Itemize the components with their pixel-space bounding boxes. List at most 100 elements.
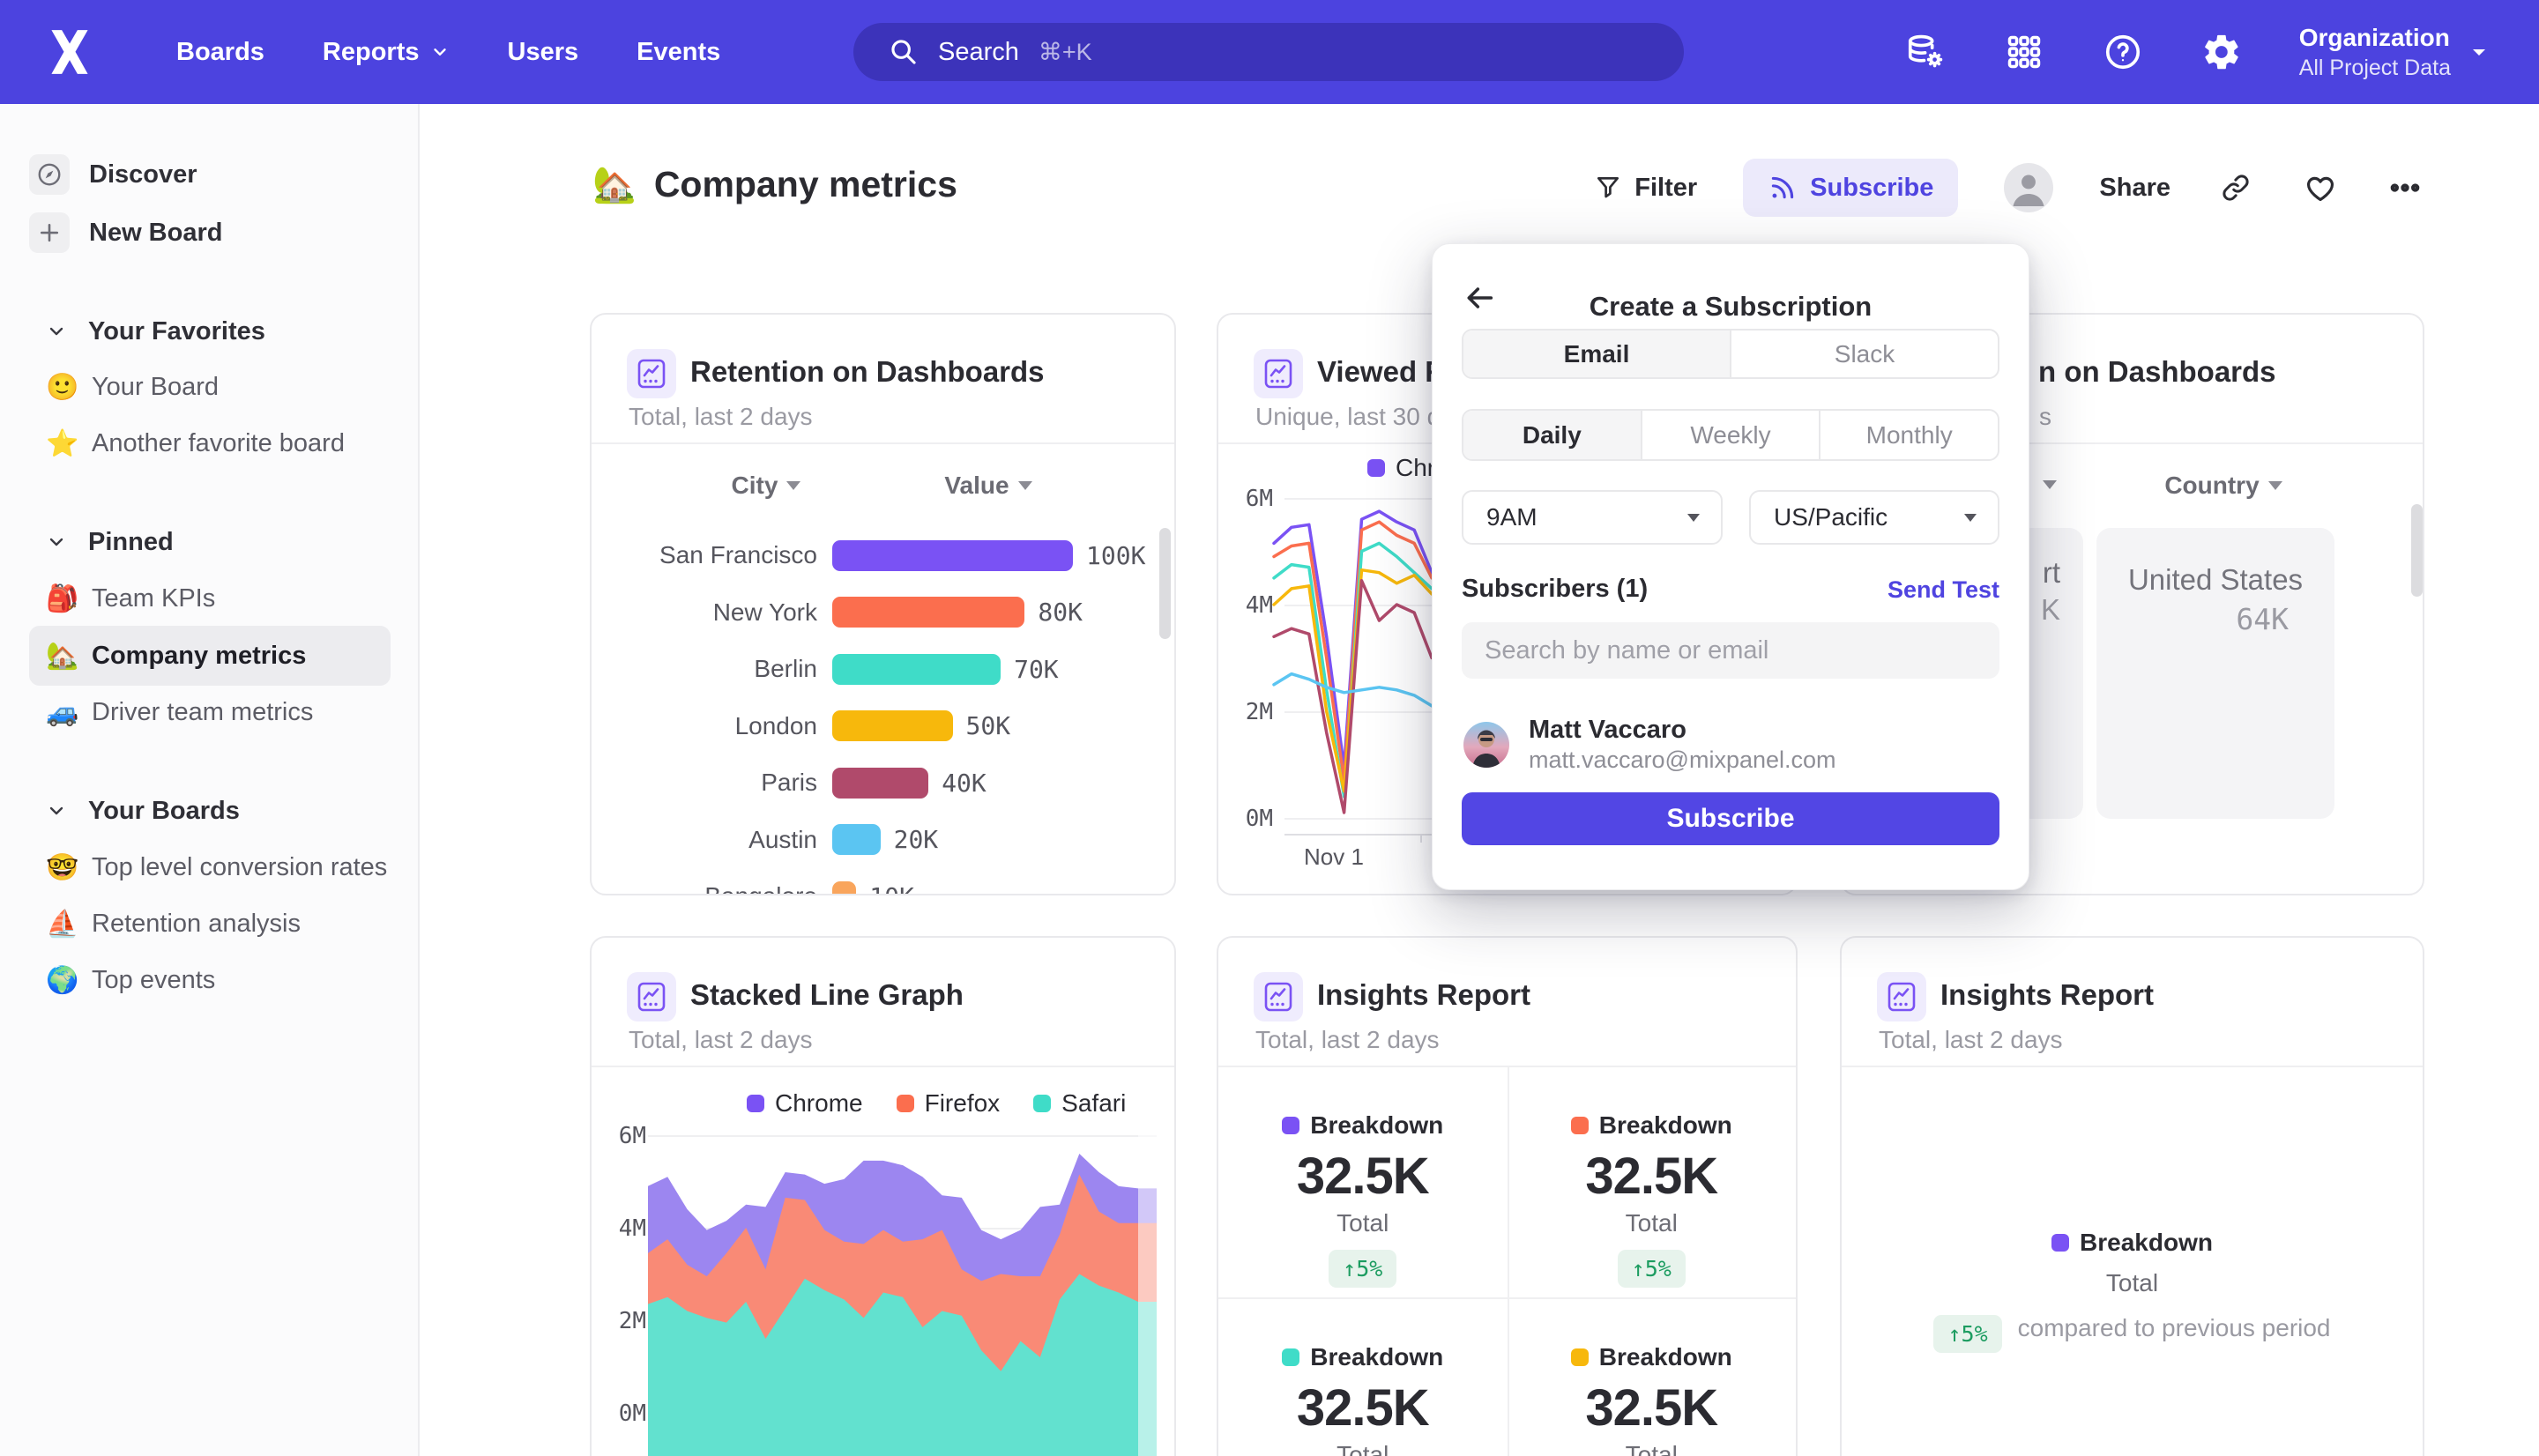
search-icon	[889, 37, 919, 67]
tab-monthly[interactable]: Monthly	[1819, 411, 1998, 459]
sidebar-item-label: Retention analysis	[92, 910, 301, 939]
stacked-area-chart[interactable]	[592, 938, 1176, 1456]
chevron-down-icon	[46, 800, 67, 821]
column-header-country[interactable]: Country	[2153, 472, 2294, 500]
city-label: New York	[592, 598, 817, 627]
nav-item-events[interactable]: Events	[637, 38, 720, 67]
sidebar-item-company-metrics[interactable]: 🏡 Company metrics	[0, 631, 420, 680]
divider	[1842, 1066, 2423, 1067]
board-header: 🏡 Company metrics Filter Subscribe Share	[420, 104, 2539, 263]
time-select[interactable]: 9AM	[1462, 490, 1723, 545]
sidebar-item-new-board[interactable]: New Board	[0, 208, 420, 257]
primary-nav: Boards Reports Users Events	[176, 38, 720, 67]
card-retention-on-dashboards: Retention on Dashboards Total, last 2 da…	[590, 313, 1176, 895]
metric-label: Breakdown	[1571, 1343, 1732, 1371]
metric-label: Breakdown	[1282, 1111, 1443, 1140]
table-row[interactable]: Paris40K	[592, 754, 1174, 812]
nav-item-reports[interactable]: Reports	[323, 38, 450, 67]
section-label: Your Favorites	[88, 317, 265, 346]
apps-grid-icon[interactable]	[2003, 31, 2045, 73]
sidebar-item-discover[interactable]: Discover	[0, 150, 420, 199]
sidebar-section-pinned[interactable]: Pinned	[0, 519, 420, 565]
chevron-down-icon	[430, 42, 450, 62]
metric-cell[interactable]: Breakdown32.5KTotal↑5%	[1508, 1067, 1797, 1297]
sidebar-item-label: Driver team metrics	[92, 698, 313, 727]
value-label: 100K	[1086, 541, 1145, 570]
metric-cell[interactable]: Breakdown32.5KTotal↑5%	[1218, 1067, 1508, 1297]
send-test-link[interactable]: Send Test	[1887, 576, 1999, 604]
more-options-icon[interactable]	[2386, 168, 2424, 207]
sidebar-item-top-events[interactable]: 🌍 Top events	[0, 955, 420, 1005]
compass-icon	[29, 154, 70, 195]
vertical-scrollbar[interactable]	[2411, 504, 2423, 597]
tab-slack[interactable]: Slack	[1730, 331, 1998, 377]
legend-swatch	[2051, 1234, 2069, 1252]
subscribe-button[interactable]: Subscribe	[1743, 159, 1958, 217]
vertical-scrollbar[interactable]	[1159, 528, 1171, 639]
top-nav: Boards Reports Users Events Search ⌘+K O…	[0, 0, 2539, 104]
settings-icon[interactable]	[2200, 31, 2243, 73]
nav-item-users[interactable]: Users	[508, 38, 579, 67]
column-header-city[interactable]: City	[696, 472, 837, 500]
metric-unit: Total	[1626, 1209, 1678, 1237]
sidebar-section-your-favorites[interactable]: Your Favorites	[0, 308, 420, 354]
sidebar-item-your-board[interactable]: 🙂 Your Board	[0, 362, 420, 412]
sort-caret-icon[interactable]	[2043, 480, 2057, 489]
metric-cell[interactable]: Breakdown32.5KTotal↑5%	[1508, 1299, 1797, 1456]
sidebar-item-top-level-conversion-rates[interactable]: 🤓 Top level conversion rates	[0, 843, 420, 892]
timezone-select[interactable]: US/Pacific	[1749, 490, 1999, 545]
column-header-value[interactable]: Value	[918, 472, 1059, 500]
metric-summary: Breakdown Total ↑5% compared to previous…	[1842, 1229, 2423, 1353]
global-search-input[interactable]: Search ⌘+K	[853, 23, 1684, 81]
sidebar-item-retention-analysis[interactable]: ⛵ Retention analysis	[0, 899, 420, 948]
modal-subscribe-button[interactable]: Subscribe	[1462, 792, 1999, 845]
tab-daily[interactable]: Daily	[1463, 411, 1641, 459]
copy-link-icon[interactable]	[2216, 168, 2255, 207]
chevron-down-icon	[2468, 41, 2490, 63]
subscriber-row[interactable]: Matt Vaccaro matt.vaccaro@mixpanel.com	[1463, 714, 1836, 775]
table-row[interactable]: San Francisco100K	[592, 527, 1174, 584]
sidebar-section-your-boards[interactable]: Your Boards	[0, 788, 420, 834]
favorite-heart-icon[interactable]	[2301, 168, 2340, 207]
data-management-icon[interactable]	[1904, 31, 1947, 73]
sidebar-item-team-kpis[interactable]: 🎒 Team KPIs	[0, 574, 420, 623]
table-row[interactable]: Austin20K	[592, 812, 1174, 869]
nav-item-boards[interactable]: Boards	[176, 38, 264, 67]
star-emoji-icon: ⭐	[46, 428, 83, 459]
help-icon[interactable]	[2102, 31, 2144, 73]
user-avatar[interactable]	[2004, 163, 2053, 212]
plus-icon	[29, 212, 70, 253]
share-button[interactable]: Share	[2099, 174, 2170, 203]
tab-email[interactable]: Email	[1463, 331, 1730, 377]
metric-cell[interactable]: Breakdown32.5KTotal↑5%	[1218, 1299, 1508, 1456]
sort-caret-icon	[2268, 481, 2282, 490]
breakdown-cell-united-states[interactable]: United States 64K	[2096, 528, 2334, 819]
report-chart-icon	[1877, 972, 1926, 1021]
value-label: 50K	[966, 711, 1011, 740]
mixpanel-logo-icon[interactable]	[49, 29, 90, 75]
delta-badge: ↑5%	[1933, 1315, 2001, 1353]
card-insights-report-grid: Insights Report Total, last 2 days Break…	[1217, 936, 1798, 1456]
table-row[interactable]: Bangalore10K	[592, 868, 1174, 895]
legend-swatch	[1282, 1348, 1299, 1366]
city-label: London	[592, 712, 817, 740]
metric-label: Breakdown	[1282, 1343, 1443, 1371]
card-subtitle: Total, last 2 days	[1255, 1026, 1440, 1054]
org-switcher[interactable]: Organization All Project Data	[2299, 22, 2490, 82]
sidebar-item-driver-team-metrics[interactable]: 🚙 Driver team metrics	[0, 687, 420, 737]
line-series-series-2	[1274, 522, 1432, 780]
org-name: Organization	[2299, 22, 2450, 54]
sidebar-item-label: Top events	[92, 966, 215, 995]
sidebar-item-another-favorite-board[interactable]: ⭐ Another favorite board	[0, 419, 420, 468]
table-row[interactable]: London 50K	[592, 698, 1174, 755]
board-actions: Filter Subscribe Share	[1594, 159, 2424, 217]
subscriber-search-input[interactable]	[1462, 622, 1999, 679]
chevron-down-icon	[1687, 514, 1700, 522]
table-row[interactable]: New York80K	[592, 584, 1174, 642]
metric-value: 32.5K	[1585, 1147, 1717, 1206]
table-row[interactable]: Berlin70K	[592, 641, 1174, 698]
subscriber-email: matt.vaccaro@mixpanel.com	[1529, 746, 1836, 775]
tab-weekly[interactable]: Weekly	[1641, 411, 1820, 459]
city-label: Paris	[592, 769, 817, 797]
filter-button[interactable]: Filter	[1594, 174, 1697, 203]
